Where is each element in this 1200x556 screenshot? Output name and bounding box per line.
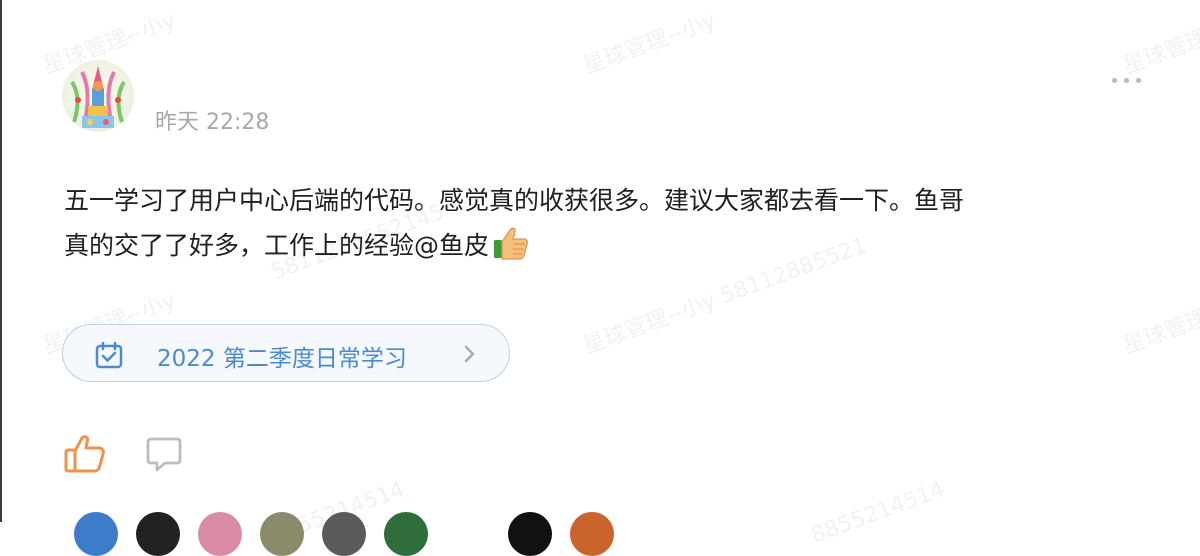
topic-tag-button[interactable]: 2022 第二季度日常学习: [62, 324, 510, 382]
more-dots-icon: [1136, 78, 1141, 83]
watermark: 8855214514: [808, 477, 949, 549]
avatar[interactable]: [384, 512, 428, 556]
post-text-segment: 真的交了了好多，工作上的经验@鱼皮: [64, 231, 490, 260]
comment-button[interactable]: [145, 436, 183, 474]
chevron-right-icon: [464, 345, 475, 363]
avatar[interactable]: [136, 512, 180, 556]
author-avatar[interactable]: [62, 60, 134, 132]
thumbs-up-icon: [64, 435, 105, 473]
comment-icon: [146, 437, 182, 472]
more-dots-icon: [1124, 78, 1129, 83]
more-dots-icon: [1112, 78, 1117, 83]
liker-avatars: [60, 512, 660, 556]
avatar[interactable]: [74, 512, 118, 556]
post-timestamp: 昨天 22:28: [155, 110, 270, 135]
like-button[interactable]: [64, 434, 106, 474]
avatar[interactable]: [508, 512, 552, 556]
thumbs-up-emoji-icon: [494, 227, 528, 260]
avatar[interactable]: [260, 512, 304, 556]
topic-tag-label: 2022 第二季度日常学习: [157, 346, 407, 372]
watermark: 星球管理--小y: [1120, 288, 1200, 360]
avatar[interactable]: [198, 512, 242, 556]
window-left-border: [0, 0, 2, 522]
post-text-line: 五一学习了用户中心后端的代码。感觉真的收获很多。建议大家都去看一下。鱼哥: [64, 186, 965, 215]
post-text-line: 真的交了了好多，工作上的经验@鱼皮: [64, 223, 1154, 268]
avatar-image: [62, 60, 134, 132]
post-content: 五一学习了用户中心后端的代码。感觉真的收获很多。建议大家都去看一下。鱼哥 真的交…: [64, 178, 1154, 268]
watermark: 星球管理--小y: [580, 8, 720, 80]
calendar-check-icon: [95, 341, 123, 369]
avatar[interactable]: [570, 512, 614, 556]
more-options-button[interactable]: [1110, 68, 1144, 92]
avatar[interactable]: [322, 512, 366, 556]
